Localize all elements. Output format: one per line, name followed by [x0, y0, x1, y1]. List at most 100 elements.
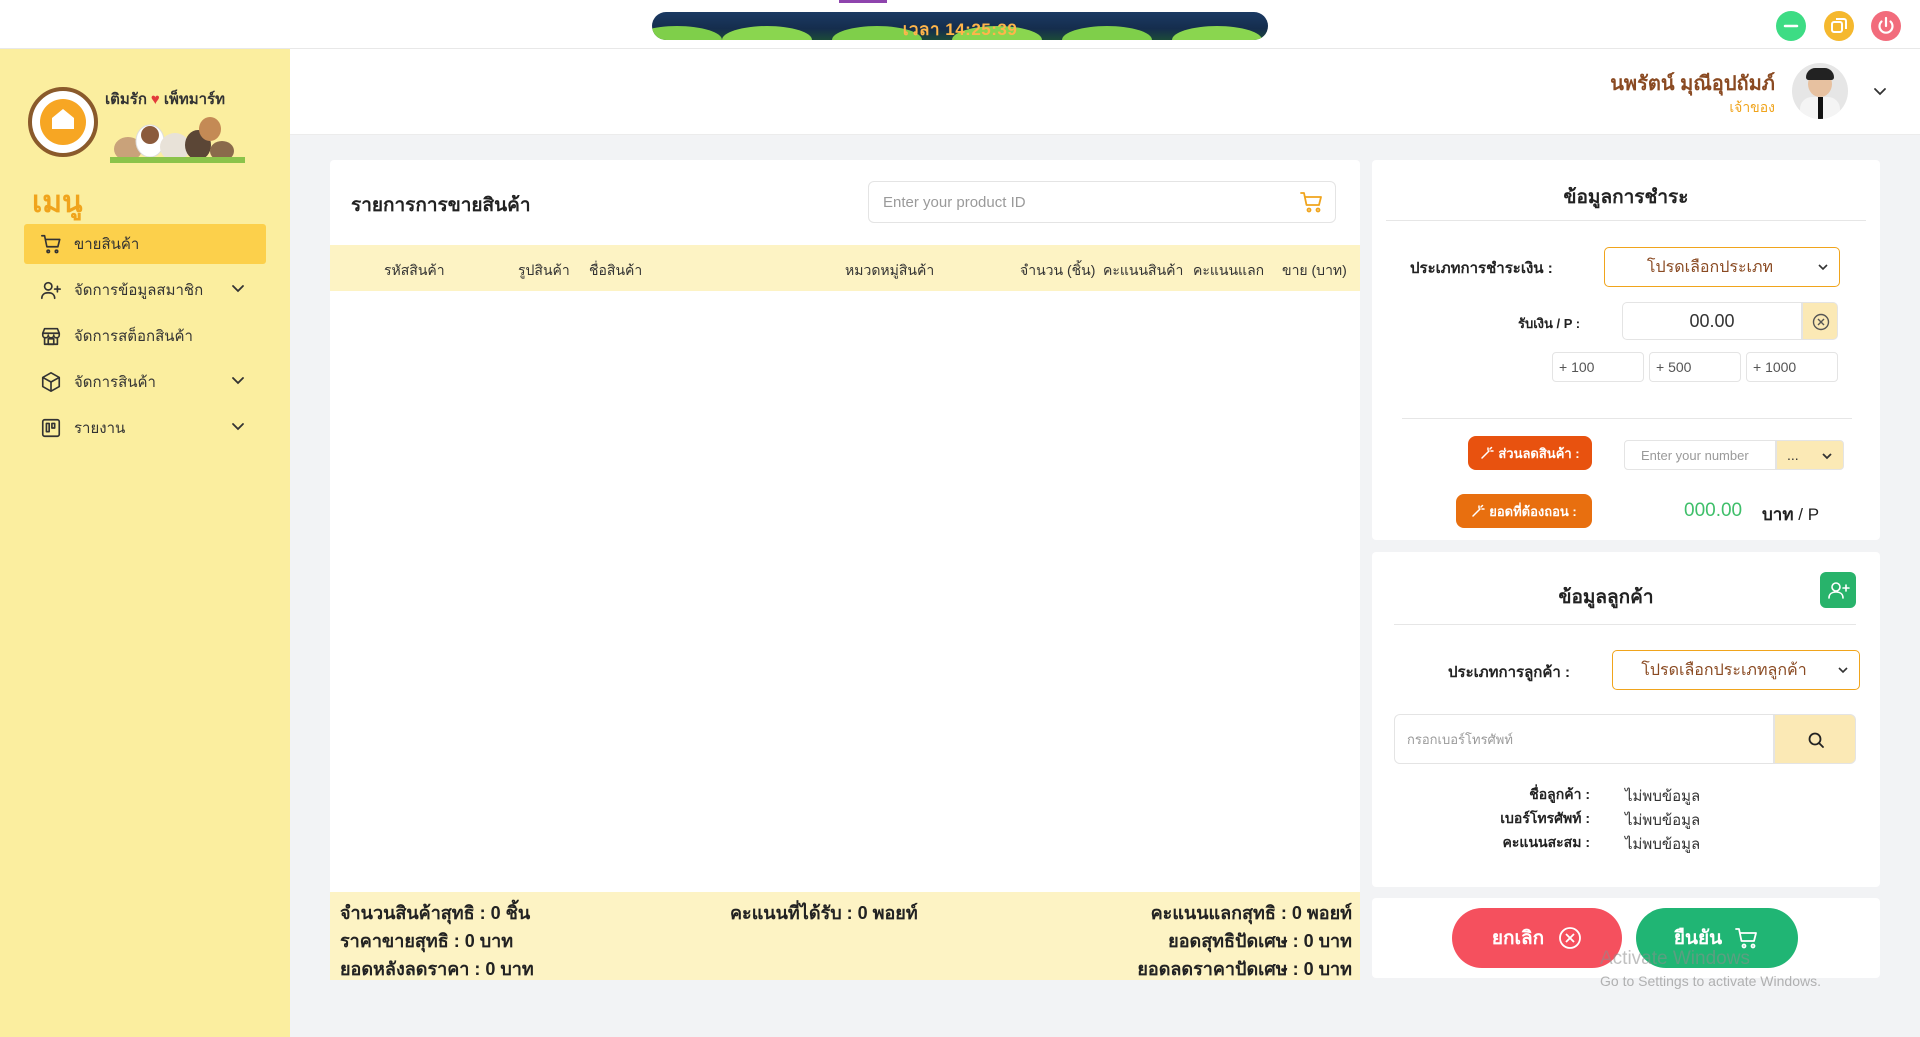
column-product-name: ชื่อสินค้า	[589, 262, 643, 278]
amount-due-label-text: ยอดที่ต้องถอน :	[1489, 503, 1577, 519]
cancel-label: ยกเลิก	[1491, 928, 1545, 949]
amount-due-unit-main: บาท	[1762, 505, 1794, 524]
points-received: คะแนนที่ได้รับ : 0 พอยท์	[730, 903, 918, 923]
store-icon	[40, 325, 62, 347]
magic-wand-icon	[1481, 446, 1495, 459]
sidebar-item-reports[interactable]: รายงาน	[24, 408, 266, 448]
house-icon	[52, 109, 74, 129]
customer-phone-value: ไม่พบข้อมูล	[1625, 812, 1701, 829]
store-logo[interactable]	[28, 87, 98, 157]
divider	[1402, 418, 1852, 419]
net-price: ราคาขายสุทธิ : 0 บาท	[340, 931, 514, 951]
clear-icon	[1812, 313, 1830, 331]
activate-windows-subtitle: Go to Settings to activate Windows.	[1600, 973, 1821, 989]
power-icon	[1878, 16, 1894, 34]
sidebar-item-label: จัดการสต็อกสินค้า	[74, 328, 193, 345]
top-bar: เวลา 14:25:39	[0, 0, 1920, 49]
column-product-points: คะแนนสินค้า	[1103, 262, 1184, 278]
brand-name: เติมรัก ♥ เพ็ทมาร์ท	[105, 87, 225, 111]
user-role: เจ้าของ	[1729, 99, 1775, 115]
header: นพรัตน์ มุณีอุปถัมภ์ เจ้าของ	[290, 49, 1920, 135]
amount-due-label: ยอดที่ต้องถอน :	[1456, 494, 1592, 528]
restore-button[interactable]	[1824, 11, 1854, 41]
brand-name-left: เติมรัก	[105, 91, 147, 108]
discount-input[interactable]	[1625, 441, 1775, 469]
chevron-down-icon	[1838, 667, 1848, 674]
discount-field	[1624, 440, 1776, 470]
logo-badge	[40, 99, 86, 145]
chevron-down-icon	[1818, 264, 1828, 271]
column-quantity: จำนวน (ชิ้น)	[1020, 262, 1096, 278]
clock-label: เวลา 14:25:39	[902, 20, 1018, 39]
customer-panel: ข้อมูลลูกค้า ประเภทการลูกค้า : โปรดเลือก…	[1372, 552, 1880, 887]
amount-due-unit-sub: / P	[1793, 505, 1820, 524]
customer-type-label: ประเภทการลูกค้า :	[1448, 664, 1570, 681]
sidebar-item-members[interactable]: จัดการข้อมูลสมาชิก	[24, 270, 266, 310]
sidebar-item-stock[interactable]: จัดการสต็อกสินค้า	[24, 316, 266, 356]
customer-points-label: คะแนนสะสม :	[1502, 834, 1590, 850]
box-icon	[40, 371, 62, 393]
quick-add-1000[interactable]: + 1000	[1746, 352, 1838, 382]
payment-type-select[interactable]: โปรดเลือกประเภท	[1604, 247, 1840, 287]
add-customer-button[interactable]	[1820, 572, 1856, 608]
chevron-down-icon[interactable]	[230, 280, 246, 296]
phone-search-button[interactable]	[1774, 714, 1856, 764]
chevron-down-icon[interactable]	[230, 418, 246, 434]
chevron-down-icon[interactable]	[230, 372, 246, 388]
cart-icon	[40, 233, 62, 255]
sidebar: เติมรัก ♥ เพ็ทมาร์ท เมนู ขายสินค้า จัดการข…	[0, 49, 290, 1037]
customer-phone-label: เบอร์โทรศัพท์ :	[1500, 810, 1590, 826]
magic-wand-icon	[1472, 504, 1485, 517]
receive-label: รับเงิน / P :	[1518, 316, 1581, 331]
amount-due-value: 000.00	[1684, 500, 1743, 521]
payment-title: ข้อมูลการชำระ	[1563, 187, 1689, 208]
discount-unit-value: ...	[1787, 447, 1799, 463]
payment-panel: ข้อมูลการชำระ ประเภทการชำระเงิน : โปรดเล…	[1372, 160, 1880, 540]
sidebar-item-products[interactable]: จัดการสินค้า	[24, 362, 266, 402]
user-plus-icon	[40, 279, 62, 301]
discount-rounded: ยอดลดราคาปัดเศษ : 0 บาท	[1137, 959, 1352, 979]
product-id-input[interactable]	[883, 182, 1283, 222]
column-product-code: รหัสสินค้า	[384, 262, 445, 278]
cart-icon[interactable]	[1299, 190, 1325, 214]
payment-type-label: ประเภทการชำระเงิน :	[1410, 260, 1553, 277]
chevron-down-icon	[1822, 453, 1832, 460]
search-icon	[1808, 732, 1824, 748]
power-button[interactable]	[1871, 11, 1901, 41]
chevron-down-icon[interactable]	[1872, 83, 1888, 99]
heart-icon: ♥	[150, 91, 160, 108]
phone-field	[1394, 714, 1774, 764]
discount-label: ส่วนลดสินค้า :	[1468, 436, 1592, 470]
product-table-header: รหัสสินค้า รูปสินค้า ชื่อสินค้า หมวดหมู่…	[330, 245, 1360, 291]
menu-title: เมนู	[32, 186, 83, 219]
sidebar-item-label: ขายสินค้า	[74, 236, 140, 253]
discount-unit-select[interactable]: ...	[1776, 440, 1844, 470]
brand-name-right: เพ็ทมาร์ท	[163, 91, 225, 108]
activate-windows-title: Activate Windows	[1600, 948, 1750, 969]
sidebar-item-sell[interactable]: ขายสินค้า	[24, 224, 266, 264]
restore-icon	[1831, 18, 1847, 33]
close-circle-icon	[1559, 927, 1582, 949]
cancel-button[interactable]: ยกเลิก	[1452, 908, 1622, 968]
discount-label-text: ส่วนลดสินค้า :	[1498, 445, 1580, 461]
amount-due-unit: บาท / P	[1762, 501, 1819, 528]
column-price: ขาย (บาท)	[1282, 262, 1347, 278]
after-discount: ยอดหลังลดราคา : 0 บาท	[340, 959, 534, 979]
minimize-button[interactable]	[1776, 11, 1806, 41]
sidebar-item-label: รายงาน	[74, 420, 126, 437]
cart-icon	[1735, 928, 1758, 949]
payment-type-value: โปรดเลือกประเภท	[1646, 258, 1774, 276]
quick-add-500[interactable]: + 500	[1649, 352, 1741, 382]
divider	[1386, 220, 1866, 221]
column-redeem-points: คะแนนแลก	[1193, 262, 1265, 278]
pets-illustration	[110, 117, 245, 163]
phone-input[interactable]	[1395, 715, 1773, 763]
receive-amount[interactable]: 00.00	[1622, 302, 1802, 340]
sidebar-item-label: จัดการข้อมูลสมาชิก	[74, 282, 204, 299]
quick-add-100[interactable]: + 100	[1552, 352, 1644, 382]
clear-amount-button[interactable]	[1802, 302, 1838, 340]
avatar[interactable]	[1792, 63, 1848, 119]
clock-banner: เวลา 14:25:39	[652, 12, 1268, 40]
user-name: นพรัตน์ มุณีอุปถัมภ์	[1610, 73, 1775, 95]
customer-type-select[interactable]: โปรดเลือกประเภทลูกค้า	[1612, 650, 1860, 690]
